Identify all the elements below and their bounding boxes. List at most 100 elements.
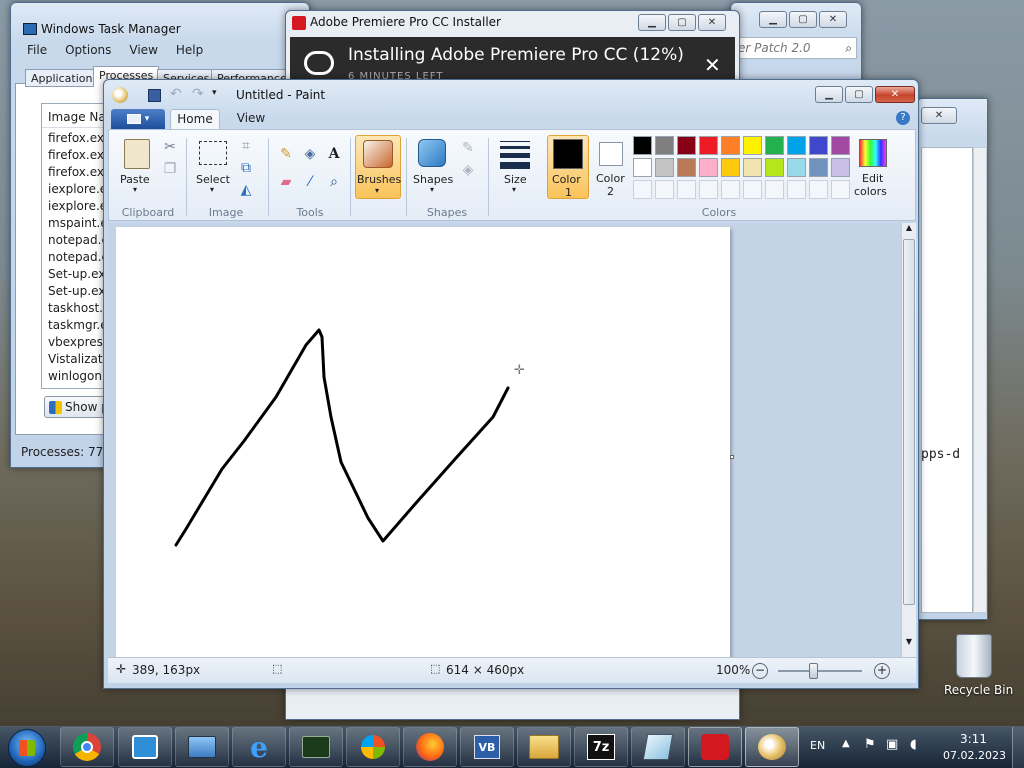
zoom-slider-thumb[interactable] — [809, 663, 819, 679]
palette-empty-swatch[interactable] — [809, 180, 828, 199]
language-indicator[interactable]: EN — [810, 739, 825, 752]
palette-empty-swatch[interactable] — [721, 180, 740, 199]
installer-cancel-icon[interactable]: ✕ — [704, 53, 721, 77]
search-box[interactable]: er Patch 2.0 ⌕ — [733, 37, 857, 59]
palette-empty-swatch[interactable] — [831, 180, 850, 199]
palette-swatch[interactable] — [633, 158, 652, 177]
scroll-down-arrow[interactable]: ▼ — [902, 637, 916, 651]
palette-swatch[interactable] — [655, 158, 674, 177]
clock-time[interactable]: 3:11 — [960, 732, 987, 746]
palette-empty-swatch[interactable] — [787, 180, 806, 199]
scroll-thumb[interactable] — [903, 239, 915, 605]
palette-swatch[interactable] — [699, 158, 718, 177]
redo-icon[interactable]: ↷ — [192, 86, 204, 102]
palette-empty-swatch[interactable] — [743, 180, 762, 199]
taskbar-task-manager[interactable] — [175, 727, 229, 767]
eraser-icon[interactable]: ▰ — [276, 172, 296, 192]
paint-minimize-button[interactable]: ▁ — [815, 86, 843, 103]
network-icon[interactable]: ▣ — [886, 737, 898, 752]
taskbar-adobe-installer[interactable] — [688, 727, 742, 767]
tab-home[interactable]: Home — [170, 109, 220, 130]
menu-file[interactable]: File — [27, 43, 47, 57]
canvas-resize-handle[interactable] — [730, 455, 734, 459]
maximize-button[interactable]: ▢ — [789, 11, 817, 28]
taskbar-7zip[interactable]: 7z — [574, 727, 628, 767]
scroll-up-arrow[interactable]: ▲ — [902, 223, 916, 237]
vertical-scrollbar[interactable]: ▲ ▼ — [901, 223, 916, 657]
paste-button[interactable]: Paste ▾ — [116, 135, 156, 197]
palette-swatch[interactable] — [677, 158, 696, 177]
palette-swatch[interactable] — [677, 136, 696, 155]
help-icon[interactable]: ? — [896, 111, 910, 125]
palette-swatch[interactable] — [743, 136, 762, 155]
color-picker-icon[interactable]: ⁄ — [300, 172, 320, 192]
show-hidden-icons-icon[interactable]: ▲ — [842, 738, 850, 749]
menu-options[interactable]: Options — [65, 43, 111, 57]
close-button[interactable]: ✕ — [819, 11, 847, 28]
installer-close-button[interactable]: ✕ — [698, 14, 726, 31]
palette-empty-swatch[interactable] — [655, 180, 674, 199]
zoom-in-button[interactable]: + — [874, 663, 890, 679]
taskbar-explorer[interactable] — [517, 727, 571, 767]
paint-maximize-button[interactable]: ▢ — [845, 86, 873, 103]
palette-swatch[interactable] — [765, 158, 784, 177]
taskbar-app[interactable] — [631, 727, 685, 767]
outline-icon[interactable]: ✎ — [458, 138, 478, 158]
show-desktop-button[interactable] — [1012, 727, 1024, 768]
volume-icon[interactable]: ◖ — [910, 737, 917, 752]
palette-swatch[interactable] — [699, 136, 718, 155]
palette-swatch[interactable] — [655, 136, 674, 155]
taskbar-remote-app[interactable] — [118, 727, 172, 767]
edit-colors-button[interactable]: Edit colors — [852, 135, 896, 199]
palette-empty-swatch[interactable] — [677, 180, 696, 199]
palette-swatch[interactable] — [831, 136, 850, 155]
palette-swatch[interactable] — [721, 136, 740, 155]
quick-access-dropdown-icon[interactable]: ▾ — [212, 88, 217, 98]
taskbar-chrome[interactable] — [60, 727, 114, 767]
palette-swatch[interactable] — [721, 158, 740, 177]
cut-icon[interactable]: ✂ — [160, 137, 180, 157]
palette-swatch[interactable] — [831, 158, 850, 177]
menu-view[interactable]: View — [129, 43, 157, 57]
pencil-icon[interactable]: ✎ — [276, 144, 296, 164]
palette-swatch[interactable] — [787, 158, 806, 177]
rotate-icon[interactable]: ◭ — [236, 180, 256, 200]
drawing-canvas[interactable]: ✛ — [116, 227, 730, 657]
menu-help[interactable]: Help — [176, 43, 203, 57]
taskbar-windows-app[interactable] — [346, 727, 400, 767]
palette-empty-swatch[interactable] — [765, 180, 784, 199]
shapes-button[interactable]: Shapes ▾ — [412, 135, 454, 197]
palette-swatch[interactable] — [633, 136, 652, 155]
palette-swatch[interactable] — [765, 136, 784, 155]
paint-menu-button[interactable]: ▾ — [111, 109, 165, 129]
installer-minimize-button[interactable]: ▁ — [638, 14, 666, 31]
notepad-scrollbar[interactable] — [973, 147, 987, 613]
installer-maximize-button[interactable]: ▢ — [668, 14, 696, 31]
save-icon[interactable] — [148, 89, 161, 102]
paint-app-icon[interactable] — [112, 87, 128, 103]
taskbar-internet-explorer[interactable]: e — [232, 727, 286, 767]
taskbar-firefox[interactable] — [403, 727, 457, 767]
undo-icon[interactable]: ↶ — [170, 86, 182, 102]
close-button[interactable]: ✕ — [921, 107, 957, 124]
select-button[interactable]: Select ▾ — [194, 135, 232, 197]
start-button[interactable] — [8, 729, 46, 767]
tab-view[interactable]: View — [230, 111, 272, 125]
minimize-button[interactable]: ▁ — [759, 11, 787, 28]
fill-shape-icon[interactable]: ◈ — [458, 160, 478, 180]
paint-close-button[interactable]: ✕ — [875, 86, 915, 103]
taskbar-paint[interactable] — [745, 727, 799, 767]
size-button[interactable]: Size ▾ — [494, 135, 534, 197]
taskbar-terminal[interactable] — [289, 727, 343, 767]
clock-date[interactable]: 07.02.2023 — [943, 749, 1006, 762]
palette-empty-swatch[interactable] — [633, 180, 652, 199]
crop-icon[interactable]: ⌗ — [236, 136, 256, 156]
palette-swatch[interactable] — [743, 158, 762, 177]
palette-swatch[interactable] — [809, 136, 828, 155]
taskbar-visual-basic[interactable]: VB — [460, 727, 514, 767]
resize-icon[interactable]: ⧉ — [236, 158, 256, 178]
palette-swatch[interactable] — [787, 136, 806, 155]
color2-button[interactable]: Color 2 — [592, 135, 630, 199]
palette-swatch[interactable] — [809, 158, 828, 177]
zoom-slider[interactable] — [778, 663, 862, 679]
